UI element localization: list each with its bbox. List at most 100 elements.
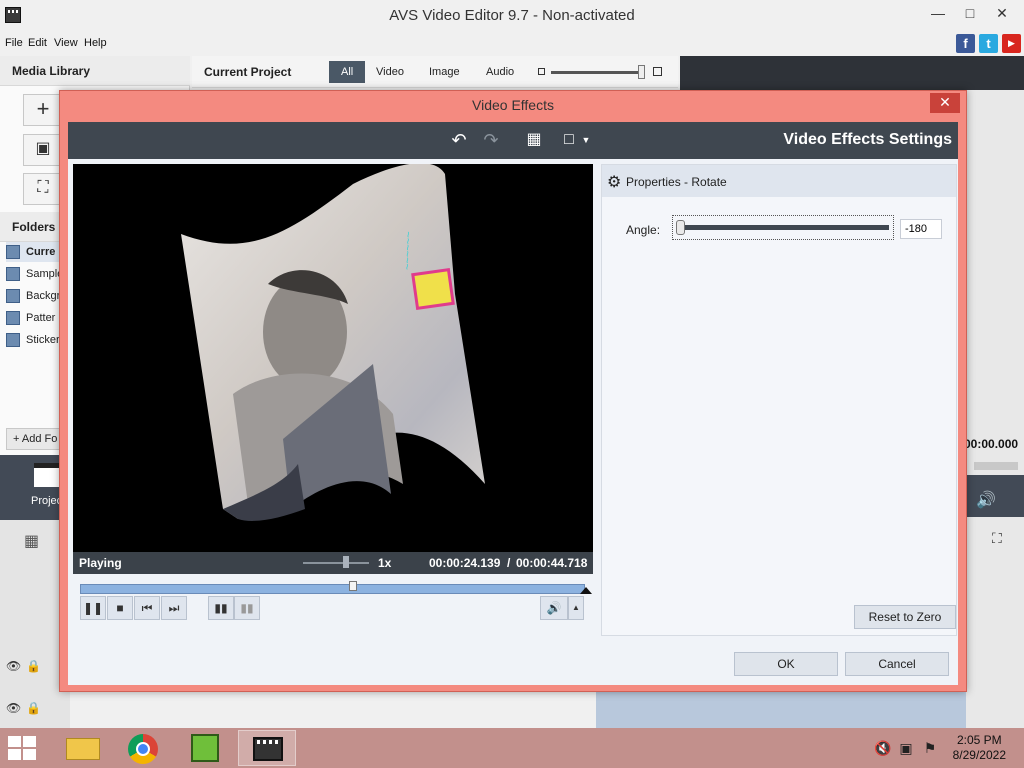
file-explorer-icon[interactable] [54, 730, 112, 766]
previous-frame-icon[interactable]: ⏮ [134, 596, 160, 620]
fullscreen-icon[interactable]: ⛶ [992, 530, 1002, 547]
speed-slider[interactable] [303, 562, 369, 564]
pause-icon[interactable]: ❚❚ [80, 596, 106, 620]
svg-text:~~~~~~: ~~~~~~ [400, 231, 413, 270]
properties-header: ⚙ Properties - Rotate [602, 165, 956, 197]
timeline-scrollbar[interactable] [974, 462, 1018, 470]
volume-icon[interactable]: 🔊 [540, 596, 568, 620]
lock-icon[interactable]: 🔒 [26, 701, 41, 715]
network-icon[interactable]: ▣ [898, 740, 914, 756]
taskbar: 🔇 ▣ ⚑ 2:05 PM 8/29/2022 [0, 728, 1024, 768]
timeline-timecode: 00:00.000 [964, 437, 1019, 451]
youtube-icon[interactable]: ▶ [1002, 34, 1021, 53]
maximize-icon[interactable]: □ [956, 4, 984, 24]
ok-button[interactable]: OK [734, 652, 838, 676]
clock-time: 2:05 PM [956, 733, 1002, 747]
seek-thumb[interactable] [349, 581, 358, 591]
speed-slider-thumb[interactable] [343, 556, 349, 568]
twitter-icon[interactable]: t [979, 34, 998, 53]
time-separator: / [507, 556, 511, 570]
video-effects-dialog: Video Effects ✕ ↶ ↷ ▦ □ ▼ Video Effects … [59, 90, 967, 692]
sound-muted-icon[interactable]: 🔇 [874, 740, 891, 756]
undo-icon[interactable]: ↶ [448, 130, 470, 150]
angle-input[interactable] [900, 219, 942, 239]
filter-all[interactable]: All [329, 61, 366, 83]
add-folder-button[interactable]: + Add Fo [6, 428, 66, 450]
filter-video[interactable]: Video [364, 61, 416, 83]
filter-image[interactable]: Image [417, 61, 472, 83]
total-time: 00:00:44.718 [516, 556, 588, 570]
plus-icon: + [13, 433, 22, 445]
properties-title: Properties - Rotate [626, 175, 727, 189]
robot-app-icon[interactable] [176, 730, 234, 766]
clock-date: 8/29/2022 [952, 748, 1006, 762]
grid-icon[interactable]: ▦ [523, 130, 545, 150]
mark-in-icon[interactable]: ▮▮ [208, 596, 234, 620]
reset-to-zero-button[interactable]: Reset to Zero [854, 605, 956, 629]
cancel-button[interactable]: Cancel [845, 652, 949, 676]
capture-video-icon[interactable]: ▣ [23, 134, 63, 166]
settings-title: Video Effects Settings [783, 131, 952, 148]
menu-bar: File Edit View Help [0, 32, 1024, 54]
capture-screen-icon[interactable]: ⛶ [23, 173, 63, 205]
menu-view[interactable]: View [54, 37, 78, 49]
lock-icon[interactable]: 🔒 [26, 659, 41, 673]
rotated-video-frame: ~~~~~~ [181, 164, 485, 521]
eye-icon[interactable]: 👁 [6, 659, 21, 673]
properties-panel: ⚙ Properties - Rotate Angle: Reset to Ze… [601, 164, 957, 636]
add-media-icon[interactable]: + [23, 94, 63, 126]
minimize-icon[interactable]: — [924, 4, 952, 24]
folder-check-icon [6, 245, 20, 259]
filter-audio[interactable]: Audio [474, 61, 526, 83]
folder-check-icon [6, 267, 20, 281]
video-preview[interactable]: ~~~~~~ [73, 164, 593, 552]
player-status: Playing [79, 556, 122, 570]
chrome-icon[interactable] [114, 730, 172, 766]
redo-icon[interactable]: ↷ [480, 130, 502, 150]
angle-label: Angle: [626, 223, 661, 237]
current-time: 00:00:24.139 [429, 556, 501, 570]
action-center-icon[interactable]: ⚑ [922, 740, 938, 756]
angle-slider[interactable] [672, 215, 894, 240]
angle-slider-track [677, 225, 889, 230]
folder-check-icon [6, 289, 20, 303]
current-project-header: Current Project All Video Image Audio [192, 56, 678, 88]
facebook-icon[interactable]: f [956, 34, 975, 53]
folder-check-icon [6, 311, 20, 325]
dialog-title: Video Effects [472, 97, 554, 113]
system-clock[interactable]: 2:05 PM 8/29/2022 [953, 733, 1006, 763]
monitor-icon[interactable]: □ [558, 130, 580, 150]
volume-chevron-up-icon[interactable]: ▲ [568, 596, 584, 620]
menu-edit[interactable]: Edit [28, 37, 47, 49]
playback-speed: 1x [378, 556, 392, 570]
player-status-bar: Playing 1x 00:00:24.139 / 00:00:44.718 [73, 552, 593, 574]
end-marker-icon [580, 587, 592, 594]
menu-help[interactable]: Help [84, 37, 107, 49]
close-icon[interactable]: ✕ [988, 4, 1016, 24]
angle-slider-thumb[interactable] [676, 220, 685, 235]
media-library-header: Media Library [0, 56, 190, 86]
storyboard-icon[interactable]: ▦ [24, 531, 39, 551]
avs-video-editor-taskbar-icon[interactable] [238, 730, 296, 766]
windows-start-icon[interactable] [8, 736, 38, 760]
chevron-down-icon[interactable]: ▼ [580, 130, 592, 150]
thumbnail-zoom-slider[interactable] [551, 71, 643, 74]
app-title: AVS Video Editor 9.7 - Non-activated [389, 7, 635, 24]
eye-icon[interactable]: 👁 [6, 701, 21, 715]
projects-label: Projec [31, 495, 63, 507]
speaker-icon[interactable]: 🔊 [976, 490, 996, 510]
mark-out-icon[interactable]: ▮▮ [234, 596, 260, 620]
dialog-close-icon[interactable]: ✕ [930, 93, 960, 113]
clapperboard-icon [34, 463, 60, 487]
current-project-title: Current Project [204, 65, 292, 79]
zoom-small-icon[interactable] [538, 68, 545, 75]
stop-icon[interactable]: ■ [107, 596, 133, 620]
gear-icon: ⚙ [607, 174, 622, 191]
app-titlebar: AVS Video Editor 9.7 - Non-activated — □… [0, 0, 1024, 32]
dialog-body: ↶ ↷ ▦ □ ▼ Video Effects Settings ~~~~~~ … [68, 122, 958, 685]
menu-file[interactable]: File [5, 37, 23, 49]
zoom-slider-thumb[interactable] [638, 65, 645, 79]
seek-bar[interactable] [80, 581, 585, 594]
zoom-large-icon[interactable] [653, 67, 662, 76]
next-frame-icon[interactable]: ⏭ [161, 596, 187, 620]
